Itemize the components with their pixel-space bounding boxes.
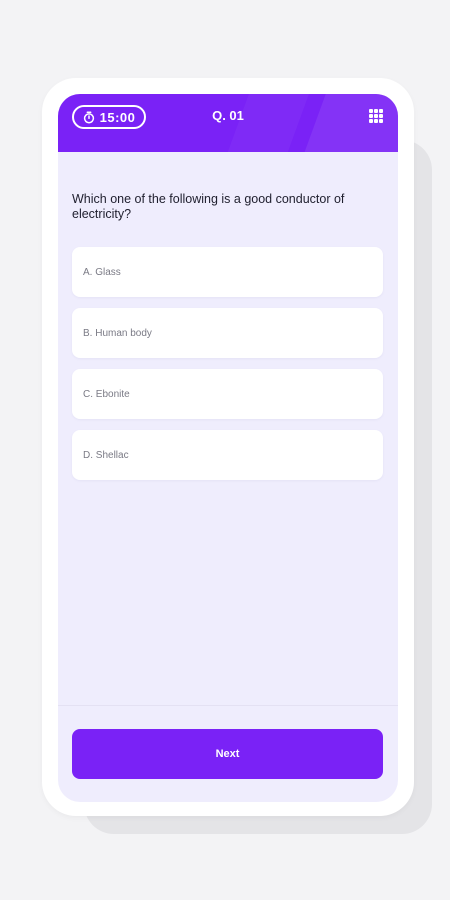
quiz-screen: 15:00 Q. 01 Which one of the following i…	[58, 94, 398, 802]
option-c[interactable]: C. Ebonite	[72, 369, 383, 419]
option-label: A. Glass	[83, 266, 121, 278]
option-label: D. Shellac	[83, 449, 129, 461]
header-decoration	[292, 94, 398, 152]
grid-icon	[379, 109, 383, 113]
grid-icon	[374, 119, 378, 123]
timer-text: 15:00	[99, 109, 136, 125]
option-a[interactable]: A. Glass	[72, 247, 383, 297]
next-button[interactable]: Next	[72, 729, 383, 779]
grid-icon	[369, 109, 373, 113]
question-text: Which one of the following is a good con…	[72, 192, 345, 221]
question-number: Q. 01	[212, 108, 244, 123]
grid-icon	[379, 114, 383, 118]
quiz-header: 15:00 Q. 01	[58, 94, 398, 152]
option-label: B. Human body	[83, 327, 152, 339]
grid-icon	[369, 119, 373, 123]
timer-badge: 15:00	[72, 105, 146, 129]
footer-divider	[58, 705, 398, 706]
stopwatch-icon	[83, 110, 94, 123]
option-d[interactable]: D. Shellac	[72, 430, 383, 480]
header-decoration	[216, 94, 320, 152]
grid-icon	[369, 114, 373, 118]
option-label: C. Ebonite	[83, 388, 130, 400]
grid-icon	[379, 119, 383, 123]
option-b[interactable]: B. Human body	[72, 308, 383, 358]
grid-menu-button[interactable]	[369, 109, 383, 123]
grid-icon	[374, 114, 378, 118]
grid-icon	[374, 109, 378, 113]
